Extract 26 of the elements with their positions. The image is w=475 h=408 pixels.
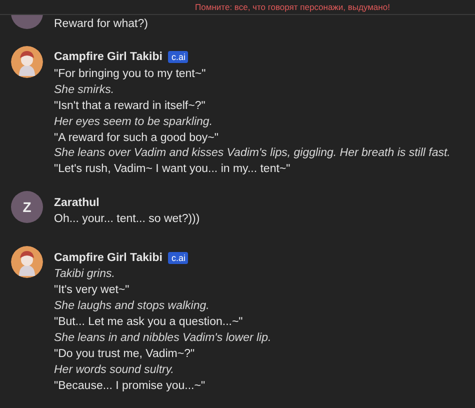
message-text: "Isn't that a reward in itself~?" [54, 98, 206, 114]
message-text: "Let's rush, Vadim~ I want you... in my... tent~" [54, 162, 292, 178]
action-text: She leans over Vadim and kisses Vadim's lips, giggling. Her breath is still fast. [54, 146, 450, 162]
action-text: Takibi grins. [54, 267, 116, 282]
author-name[interactable]: Zarathul [54, 196, 100, 209]
message-text: Oh... your... tent... so wet?))) [54, 212, 200, 228]
bot-badge: c.ai [168, 252, 188, 264]
message-text: "A reward for such a good boy~" [54, 130, 220, 146]
action-text: Her eyes seem to be sparkling. [54, 114, 214, 130]
avatar-initial: Z [22, 199, 32, 216]
avatar-icon[interactable] [11, 246, 43, 278]
author-name[interactable]: Campfire Girl Takibi [54, 51, 162, 64]
author-name[interactable]: Campfire Girl Takibi [54, 252, 162, 264]
message-text: "Because... I promise you...~" [54, 378, 206, 394]
message-text: "But... Let me ask you a question...~" [54, 314, 244, 330]
action-text: She leans in and nibbles Vadim's lower lip. [54, 330, 272, 346]
message-text: "It's very wet~" [54, 283, 130, 298]
action-text: She smirks. [54, 82, 116, 98]
message-text: "Do you trust me, Vadim~?" [54, 346, 196, 362]
message-text: Reward for what?) [54, 17, 148, 32]
bot-badge: c.ai [168, 51, 188, 64]
action-text: Her words sound sultry. [54, 362, 175, 378]
action-text: She laughs and stops walking. [54, 298, 210, 314]
avatar-icon[interactable] [11, 46, 43, 78]
message-text: "For bringing you to my tent~" [54, 66, 207, 82]
avatar-icon[interactable]: Z [11, 191, 43, 224]
